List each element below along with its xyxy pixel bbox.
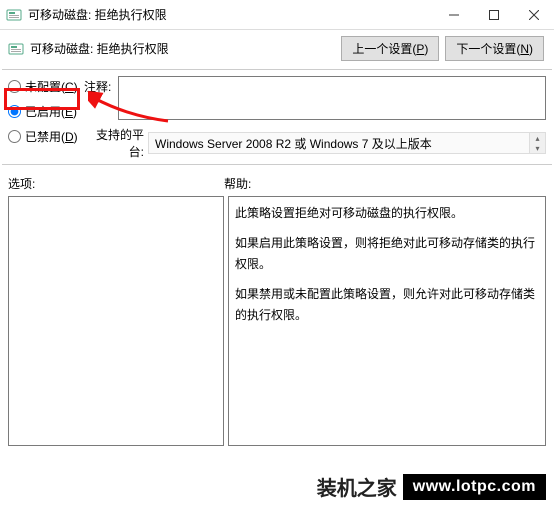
panels: 此策略设置拒绝对可移动磁盘的执行权限。 如果启用此策略设置，则将拒绝对此可移动存… — [0, 196, 554, 454]
help-text-line: 此策略设置拒绝对可移动磁盘的执行权限。 — [235, 203, 539, 225]
window-title: 可移动磁盘: 拒绝执行权限 — [28, 6, 434, 23]
app-icon — [6, 7, 22, 23]
supported-platform-value: Windows Server 2008 R2 或 Windows 7 及以上版本 — [155, 135, 432, 152]
radio-disabled[interactable]: 已禁用(D) — [8, 128, 84, 145]
help-text-line: 如果启用此策略设置，则将拒绝对此可移动存储类的执行权限。 — [235, 233, 539, 276]
help-text-line: 如果禁用或未配置此策略设置，则允许对此可移动存储类的执行权限。 — [235, 284, 539, 327]
section-labels: 选项: 帮助: — [0, 165, 554, 196]
next-setting-button[interactable]: 下一个设置(N) — [445, 36, 544, 61]
previous-setting-button[interactable]: 上一个设置(P) — [341, 36, 439, 61]
watermark-url: www.lotpc.com — [403, 474, 546, 500]
close-button[interactable] — [514, 0, 554, 29]
options-panel — [8, 196, 224, 446]
policy-icon — [8, 41, 24, 57]
state-radio-group: 未配置(C) 已启用(E) 已禁用(D) — [8, 76, 84, 145]
window-controls — [434, 0, 554, 29]
options-label: 选项: — [8, 175, 224, 192]
titlebar: 可移动磁盘: 拒绝执行权限 — [0, 0, 554, 30]
scroll-up-icon[interactable]: ▴ — [530, 133, 545, 143]
supported-platform-field: Windows Server 2008 R2 或 Windows 7 及以上版本… — [148, 132, 546, 154]
annotation-highlight-box — [4, 88, 80, 110]
scroll-down-icon[interactable]: ▾ — [530, 143, 545, 153]
comment-label: 注释: — [84, 76, 114, 95]
watermark-text: 装机之家 — [311, 470, 403, 503]
help-label: 帮助: — [224, 175, 251, 192]
radio-disabled-input[interactable] — [8, 130, 21, 143]
comment-input[interactable] — [118, 76, 546, 120]
help-panel: 此策略设置拒绝对可移动磁盘的执行权限。 如果启用此策略设置，则将拒绝对此可移动存… — [228, 196, 546, 446]
minimize-button[interactable] — [434, 0, 474, 29]
platform-label: 支持的平台: — [84, 126, 144, 160]
header-row: 可移动磁盘: 拒绝执行权限 上一个设置(P) 下一个设置(N) — [0, 30, 554, 69]
maximize-button[interactable] — [474, 0, 514, 29]
watermark: 装机之家 www.lotpc.com — [311, 470, 546, 503]
policy-title: 可移动磁盘: 拒绝执行权限 — [30, 40, 341, 57]
platform-scrollbar[interactable]: ▴ ▾ — [529, 133, 545, 153]
config-area: 未配置(C) 已启用(E) 已禁用(D) 注释: 支持的平台: Windows … — [0, 70, 554, 164]
